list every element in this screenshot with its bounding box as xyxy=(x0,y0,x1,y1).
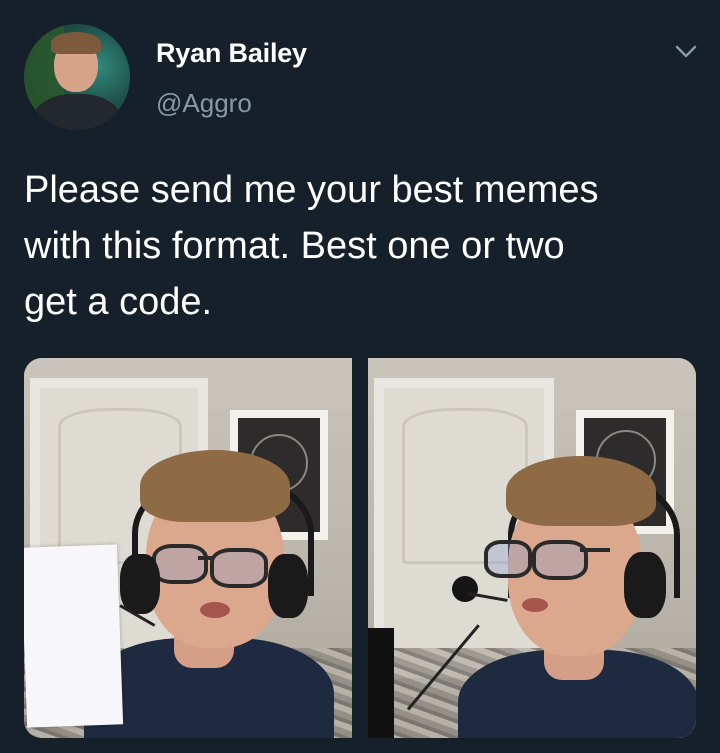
photo-glasses-left xyxy=(484,540,532,578)
photo-blank-paper xyxy=(24,544,124,728)
photo-glasses-right xyxy=(532,540,588,580)
avatar[interactable] xyxy=(24,24,130,130)
photo-headset-right xyxy=(624,552,666,618)
author-handle[interactable]: @Aggro xyxy=(156,88,252,119)
photo-mouth xyxy=(200,602,230,618)
photo-mouth xyxy=(522,598,548,612)
photo-glasses-bridge xyxy=(198,556,212,560)
media-grid xyxy=(24,358,696,738)
photo-hair xyxy=(140,450,290,522)
avatar-shirt xyxy=(32,94,122,130)
media-photo-right[interactable] xyxy=(368,358,696,738)
photo-glasses-left xyxy=(152,544,208,584)
chevron-down-icon xyxy=(675,45,697,58)
photo-headset-right xyxy=(268,554,308,618)
tweet-text: Please send me your best memes with this… xyxy=(24,169,599,323)
author-name[interactable]: Ryan Bailey xyxy=(156,38,307,69)
tweet-menu-button[interactable] xyxy=(672,38,700,66)
tweet-card[interactable]: Ryan Bailey @Aggro Please send me your b… xyxy=(0,0,720,753)
photo-glasses-bridge xyxy=(580,548,610,552)
media-photo-left[interactable] xyxy=(24,358,352,738)
photo-chair xyxy=(368,628,394,738)
photo-mic xyxy=(452,576,478,602)
photo-glasses-right xyxy=(210,548,268,588)
photo-hair xyxy=(506,456,656,526)
avatar-hair xyxy=(51,32,101,54)
photo-headset-left xyxy=(120,554,160,614)
